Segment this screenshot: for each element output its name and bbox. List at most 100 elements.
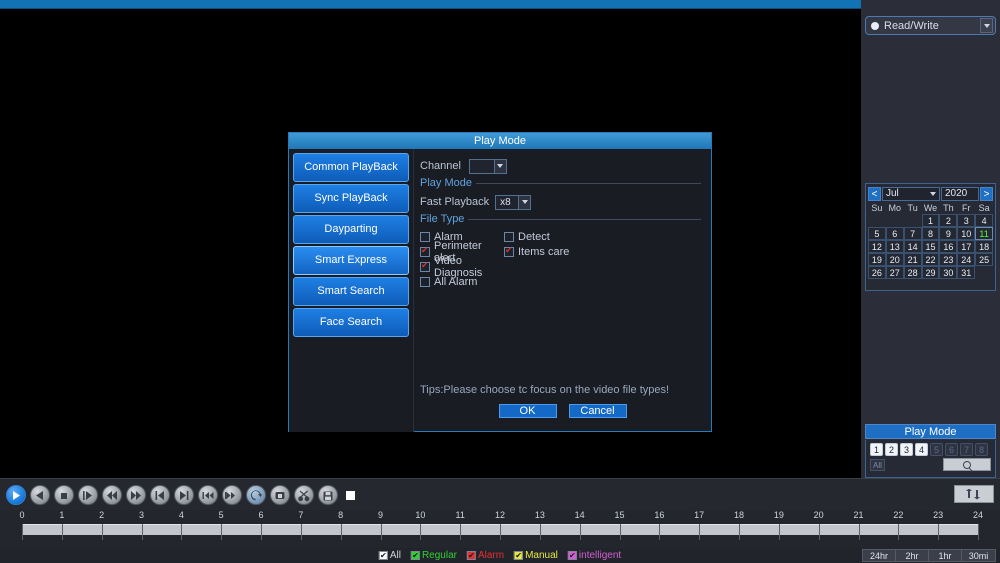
calendar-day-30[interactable]: 30 bbox=[939, 266, 958, 279]
calendar-prev-button[interactable]: < bbox=[868, 186, 881, 201]
file-type-checkbox-list[interactable]: AlarmDetectPerimeter alertItems careVide… bbox=[420, 229, 701, 289]
calendar-day-18[interactable]: 18 bbox=[975, 240, 993, 253]
time-scale-buttons[interactable]: 24hr 2hr 1hr 30mi bbox=[862, 549, 996, 562]
channel-button-5[interactable]: 5 bbox=[930, 443, 943, 456]
dialog-tab-face-search[interactable]: Face Search bbox=[293, 308, 409, 337]
calendar-day-13[interactable]: 13 bbox=[885, 240, 904, 253]
legend-item-intelligent[interactable]: ✔ intelligent bbox=[567, 550, 621, 561]
channel-button-row[interactable]: 12345678 bbox=[866, 440, 995, 456]
ok-button[interactable]: OK bbox=[498, 404, 557, 418]
fast-forward-button[interactable] bbox=[126, 485, 146, 505]
calendar-month-select[interactable]: Jul bbox=[882, 186, 940, 201]
backup-swap-button[interactable] bbox=[954, 485, 994, 503]
calendar-day-16[interactable]: 16 bbox=[939, 240, 958, 253]
calendar-day-29[interactable]: 29 bbox=[921, 266, 940, 279]
calendar-day-grid[interactable]: 1 2 3 4 5 6 7 8 9 10 11 12 13 14 15 16 17 18 19 20 21 22 23 24 2… bbox=[868, 214, 993, 279]
next-frame-button[interactable] bbox=[174, 485, 194, 505]
calendar-day-12[interactable]: 12 bbox=[868, 240, 886, 253]
playback-buttons[interactable] bbox=[0, 479, 1000, 511]
calendar-day-7[interactable]: 7 bbox=[903, 227, 922, 240]
legend-item-regular[interactable]: ✔ Regular bbox=[410, 550, 457, 561]
calendar-day-28[interactable]: 28 bbox=[903, 266, 922, 279]
clip-button[interactable] bbox=[294, 485, 314, 505]
calendar-day-3[interactable]: 3 bbox=[957, 214, 976, 227]
channel-search-button[interactable] bbox=[943, 458, 991, 471]
calendar-day-24[interactable]: 24 bbox=[957, 253, 976, 266]
channel-button-7[interactable]: 7 bbox=[960, 443, 973, 456]
calendar-day-10[interactable]: 10 bbox=[957, 227, 976, 240]
calendar-day-5[interactable]: 5 bbox=[868, 227, 886, 240]
channel-button-8[interactable]: 8 bbox=[975, 443, 988, 456]
calendar-day-23[interactable]: 23 bbox=[939, 253, 958, 266]
calendar-day-20[interactable]: 20 bbox=[885, 253, 904, 266]
channel-button-6[interactable]: 6 bbox=[945, 443, 958, 456]
rewind-button[interactable] bbox=[102, 485, 122, 505]
checkbox-items-care[interactable]: Items care bbox=[504, 245, 569, 258]
previous-frame-button[interactable] bbox=[150, 485, 170, 505]
calendar-day-8[interactable]: 8 bbox=[921, 227, 940, 240]
dialog-sidebar[interactable]: Common PlayBack Sync PlayBack Dayparting Sm… bbox=[289, 149, 414, 432]
loop-button[interactable] bbox=[246, 485, 266, 505]
chevron-down-icon[interactable] bbox=[980, 18, 993, 33]
timeline-tick bbox=[898, 524, 900, 540]
calendar-day-15[interactable]: 15 bbox=[921, 240, 940, 253]
channel-button-3[interactable]: 3 bbox=[900, 443, 913, 456]
slow-play-button[interactable] bbox=[78, 485, 98, 505]
legend-item-alarm[interactable]: ✔ Alarm bbox=[466, 550, 504, 561]
dialog-tab-common-playback[interactable]: Common PlayBack bbox=[293, 153, 409, 182]
chevron-down-icon[interactable] bbox=[518, 195, 531, 209]
legend-item-all[interactable]: ✔ All bbox=[378, 550, 401, 561]
calendar-day-6[interactable]: 6 bbox=[885, 227, 904, 240]
channel-button-2[interactable]: 2 bbox=[885, 443, 898, 456]
calendar-day-1[interactable]: 1 bbox=[921, 214, 940, 227]
calendar-day-9[interactable]: 9 bbox=[939, 227, 958, 240]
stop-button[interactable] bbox=[54, 485, 74, 505]
calendar-day-21[interactable]: 21 bbox=[903, 253, 922, 266]
time-scale-24hr[interactable]: 24hr bbox=[863, 550, 896, 561]
next-file-button[interactable] bbox=[222, 485, 242, 505]
cancel-button[interactable]: Cancel bbox=[568, 404, 627, 418]
record-square-indicator bbox=[346, 490, 355, 500]
record-type-legend[interactable]: ✔ All ✔ Regular ✔ Alarm ✔ Manual ✔ intelligent bbox=[378, 548, 621, 563]
calendar-day-19[interactable]: 19 bbox=[868, 253, 886, 266]
radio-dot-icon bbox=[871, 21, 879, 30]
fast-playback-select[interactable]: x8 bbox=[495, 194, 532, 210]
dialog-tab-dayparting[interactable]: Dayparting bbox=[293, 215, 409, 244]
channel-button-1[interactable]: 1 bbox=[870, 443, 883, 456]
channel-all-button[interactable]: All bbox=[870, 458, 885, 471]
time-scale-2hr[interactable]: 2hr bbox=[896, 550, 929, 561]
dialog-tab-sync-playback[interactable]: Sync PlayBack bbox=[293, 184, 409, 213]
checkbox-all-alarm[interactable]: All Alarm bbox=[420, 276, 504, 288]
calendar-day-27[interactable]: 27 bbox=[885, 266, 904, 279]
hdd-mode-select[interactable]: Read/Write bbox=[865, 16, 996, 35]
calendar-day-25[interactable]: 25 bbox=[975, 253, 993, 266]
calendar-weekday: Fr bbox=[961, 203, 971, 213]
save-button[interactable] bbox=[318, 485, 338, 505]
channel-select[interactable] bbox=[468, 158, 507, 174]
timeline-ruler[interactable]: 0 1 2 3 4 5 6 7 8 9 10 11 12 13 14 15 16 17 18 19 20 21 22 23 24 bbox=[0, 510, 1000, 548]
calendar-day-17[interactable]: 17 bbox=[957, 240, 976, 253]
dialog-tab-smart-express[interactable]: Smart Express bbox=[293, 246, 409, 275]
calendar-day-31[interactable]: 31 bbox=[957, 266, 976, 279]
timeline-hour-label: 12 bbox=[494, 510, 506, 520]
calendar-day-22[interactable]: 22 bbox=[921, 253, 940, 266]
calendar-day-11[interactable]: 11 bbox=[975, 227, 993, 240]
channel-button-4[interactable]: 4 bbox=[915, 443, 928, 456]
reverse-play-button[interactable] bbox=[30, 485, 50, 505]
dialog-tab-smart-search[interactable]: Smart Search bbox=[293, 277, 409, 306]
chevron-down-icon[interactable] bbox=[493, 159, 506, 173]
legend-item-manual[interactable]: ✔ Manual bbox=[514, 550, 558, 561]
calendar-day-4[interactable]: 4 bbox=[975, 214, 993, 227]
checkbox-detect[interactable]: Detect bbox=[504, 231, 550, 243]
mark-button[interactable] bbox=[270, 485, 290, 505]
play-button[interactable] bbox=[6, 485, 26, 505]
calendar-widget[interactable]: < Jul 2020 > Su Mo Tu We Th Fr Sa 1 2 3 4 5 6 7 8 9 10 1… bbox=[865, 183, 996, 291]
time-scale-30mi[interactable]: 30mi bbox=[962, 550, 995, 561]
calendar-next-button[interactable]: > bbox=[980, 186, 993, 201]
previous-file-button[interactable] bbox=[198, 485, 218, 505]
calendar-day-14[interactable]: 14 bbox=[903, 240, 922, 253]
calendar-day-26[interactable]: 26 bbox=[868, 266, 886, 279]
time-scale-1hr[interactable]: 1hr bbox=[929, 550, 962, 561]
calendar-day-2[interactable]: 2 bbox=[939, 214, 958, 227]
calendar-year-field[interactable]: 2020 bbox=[941, 186, 979, 201]
